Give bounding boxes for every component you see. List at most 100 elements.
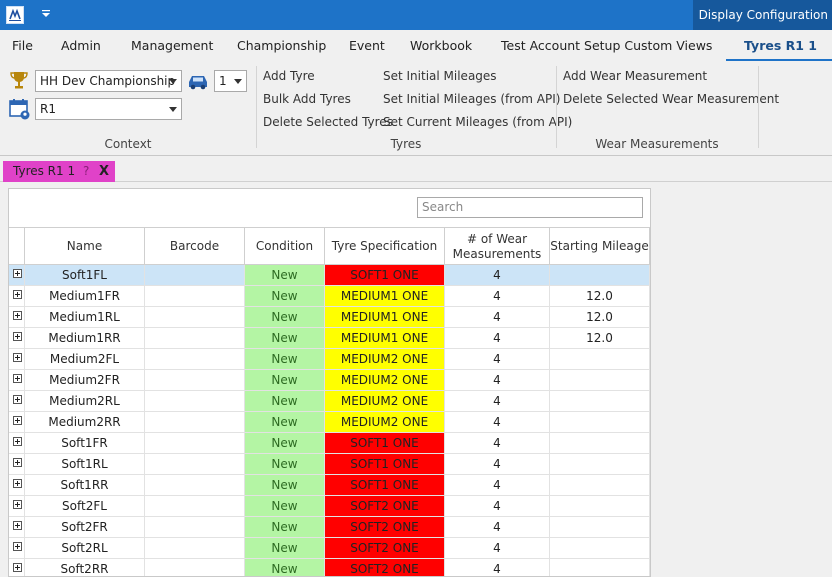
expand-row-icon[interactable]: [13, 311, 22, 320]
cell-condition[interactable]: New: [245, 538, 325, 558]
cell-wear-measurements[interactable]: 4: [445, 286, 550, 306]
tab-event[interactable]: Event: [349, 30, 385, 62]
table-row[interactable]: Medium1FR New MEDIUM1 ONE 4 12.0: [9, 286, 650, 307]
expand-row-icon[interactable]: [13, 437, 22, 446]
display-configuration-button[interactable]: Display Configuration: [692, 0, 832, 30]
championship-select[interactable]: HH Dev Championship: [35, 70, 182, 92]
cell-barcode[interactable]: [145, 391, 245, 411]
cell-tyre-specification[interactable]: MEDIUM1 ONE: [325, 328, 445, 348]
cell-wear-measurements[interactable]: 4: [445, 265, 550, 285]
cell-name[interactable]: Soft1FR: [25, 433, 145, 453]
cell-tyre-specification[interactable]: MEDIUM2 ONE: [325, 391, 445, 411]
cell-name[interactable]: Medium1RR: [25, 328, 145, 348]
cell-name[interactable]: Soft1FL: [25, 265, 145, 285]
table-row[interactable]: Soft1FR New SOFT1 ONE 4: [9, 433, 650, 454]
table-row[interactable]: Medium2RR New MEDIUM2 ONE 4: [9, 412, 650, 433]
table-row[interactable]: Soft2FL New SOFT2 ONE 4: [9, 496, 650, 517]
cell-tyre-specification[interactable]: SOFT1 ONE: [325, 475, 445, 495]
tab-championship[interactable]: Championship: [237, 30, 326, 62]
cell-starting-mileage[interactable]: [550, 496, 650, 516]
expand-row-icon[interactable]: [13, 374, 22, 383]
app-logo-icon[interactable]: [6, 6, 24, 24]
cell-condition[interactable]: New: [245, 307, 325, 327]
cell-starting-mileage[interactable]: 12.0: [550, 286, 650, 306]
cell-barcode[interactable]: [145, 496, 245, 516]
cell-starting-mileage[interactable]: 12.0: [550, 328, 650, 348]
cell-condition[interactable]: New: [245, 496, 325, 516]
cell-name[interactable]: Soft2RL: [25, 538, 145, 558]
cell-name[interactable]: Soft1RR: [25, 475, 145, 495]
cell-name[interactable]: Medium2RL: [25, 391, 145, 411]
cell-tyre-specification[interactable]: SOFT1 ONE: [325, 433, 445, 453]
cell-tyre-specification[interactable]: SOFT1 ONE: [325, 454, 445, 474]
cell-condition[interactable]: New: [245, 559, 325, 576]
cell-starting-mileage[interactable]: [550, 433, 650, 453]
expand-row-icon[interactable]: [13, 542, 22, 551]
event-select[interactable]: R1: [35, 98, 182, 120]
cell-name[interactable]: Soft2FL: [25, 496, 145, 516]
column-header-barcode[interactable]: Barcode: [145, 228, 245, 265]
set-current-mileages-api-button[interactable]: Set Current Mileages (from API): [383, 115, 572, 129]
expand-row-icon[interactable]: [13, 290, 22, 299]
table-row[interactable]: Soft2RL New SOFT2 ONE 4: [9, 538, 650, 559]
close-icon[interactable]: X: [99, 161, 109, 182]
cell-wear-measurements[interactable]: 4: [445, 370, 550, 390]
cell-starting-mileage[interactable]: [550, 475, 650, 495]
expand-row-icon[interactable]: [13, 500, 22, 509]
cell-barcode[interactable]: [145, 370, 245, 390]
cell-wear-measurements[interactable]: 4: [445, 412, 550, 432]
table-row[interactable]: Soft1FL New SOFT1 ONE 4: [9, 265, 650, 286]
tab-tyres-r1-1[interactable]: Tyres R1 1: [726, 30, 832, 62]
cell-tyre-specification[interactable]: MEDIUM1 ONE: [325, 307, 445, 327]
cell-tyre-specification[interactable]: MEDIUM1 ONE: [325, 286, 445, 306]
cell-name[interactable]: Medium1RL: [25, 307, 145, 327]
cell-condition[interactable]: New: [245, 265, 325, 285]
cell-name[interactable]: Medium1FR: [25, 286, 145, 306]
expand-row-icon[interactable]: [13, 563, 22, 572]
cell-name[interactable]: Medium2FR: [25, 370, 145, 390]
cell-barcode[interactable]: [145, 475, 245, 495]
cell-starting-mileage[interactable]: [550, 265, 650, 285]
tab-workbook[interactable]: Workbook: [410, 30, 472, 62]
cell-starting-mileage[interactable]: [550, 517, 650, 537]
expand-row-icon[interactable]: [13, 395, 22, 404]
cell-condition[interactable]: New: [245, 454, 325, 474]
expand-row-icon[interactable]: [13, 479, 22, 488]
cell-wear-measurements[interactable]: 4: [445, 475, 550, 495]
car-number-select[interactable]: 1: [214, 70, 247, 92]
cell-barcode[interactable]: [145, 517, 245, 537]
expand-row-icon[interactable]: [13, 332, 22, 341]
cell-tyre-specification[interactable]: SOFT2 ONE: [325, 517, 445, 537]
cell-barcode[interactable]: [145, 286, 245, 306]
cell-name[interactable]: Medium2FL: [25, 349, 145, 369]
cell-wear-measurements[interactable]: 4: [445, 454, 550, 474]
cell-starting-mileage[interactable]: 12.0: [550, 307, 650, 327]
help-icon[interactable]: ?: [83, 161, 89, 182]
cell-barcode[interactable]: [145, 538, 245, 558]
cell-tyre-specification[interactable]: SOFT1 ONE: [325, 265, 445, 285]
set-initial-mileages-button[interactable]: Set Initial Mileages: [383, 69, 497, 83]
table-row[interactable]: Soft2RR New SOFT2 ONE 4: [9, 559, 650, 576]
cell-wear-measurements[interactable]: 4: [445, 349, 550, 369]
cell-barcode[interactable]: [145, 265, 245, 285]
cell-barcode[interactable]: [145, 454, 245, 474]
bulk-add-tyres-button[interactable]: Bulk Add Tyres: [263, 92, 351, 106]
tab-file[interactable]: File: [12, 30, 33, 62]
table-row[interactable]: Medium1RR New MEDIUM1 ONE 4 12.0: [9, 328, 650, 349]
column-header-name[interactable]: Name: [25, 228, 145, 265]
tab-test-account-setup-custom-views[interactable]: Test Account Setup Custom Views: [501, 30, 712, 62]
cell-wear-measurements[interactable]: 4: [445, 517, 550, 537]
cell-condition[interactable]: New: [245, 412, 325, 432]
cell-condition[interactable]: New: [245, 370, 325, 390]
delete-selected-tyres-button[interactable]: Delete Selected Tyres: [263, 115, 393, 129]
table-row[interactable]: Soft2FR New SOFT2 ONE 4: [9, 517, 650, 538]
cell-starting-mileage[interactable]: [550, 349, 650, 369]
document-tab[interactable]: Tyres R1 1 ? X: [3, 161, 115, 182]
set-initial-mileages-api-button[interactable]: Set Initial Mileages (from API): [383, 92, 560, 106]
delete-selected-wear-measurement-button[interactable]: Delete Selected Wear Measurement: [563, 92, 779, 106]
cell-starting-mileage[interactable]: [550, 391, 650, 411]
cell-starting-mileage[interactable]: [550, 538, 650, 558]
cell-condition[interactable]: New: [245, 475, 325, 495]
cell-tyre-specification[interactable]: MEDIUM2 ONE: [325, 412, 445, 432]
expand-row-icon[interactable]: [13, 416, 22, 425]
